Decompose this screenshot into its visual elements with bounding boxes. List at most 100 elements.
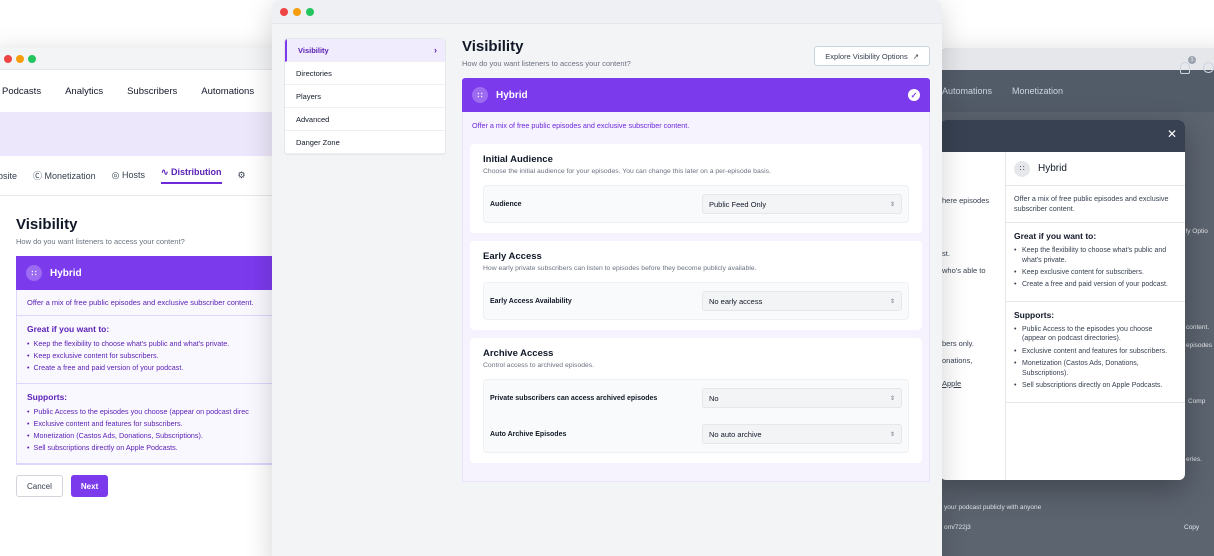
explore-label: Explore Visibility Options <box>825 51 908 61</box>
early-access-card: Early Access How early private subscribe… <box>470 241 922 330</box>
page-title: Visibility <box>16 216 78 233</box>
list-item: Sell subscriptions directly on Apple Pod… <box>27 443 279 452</box>
globe-icon[interactable] <box>1203 62 1214 73</box>
list-item: Keep the flexibility to choose what's pu… <box>1014 246 1177 265</box>
supports-section: Supports: Public Access to the episodes … <box>1006 302 1185 403</box>
cut-text: who's able to <box>942 266 986 275</box>
field-group: Private subscribers can access archived … <box>483 379 909 453</box>
great-section: Great if you want to: Keep the flexibili… <box>1006 223 1185 302</box>
modal-header: ✕ <box>940 120 1185 152</box>
modal-hybrid-header[interactable]: ∷ Hybrid <box>1006 152 1185 186</box>
list-item: Exclusive content and features for subsc… <box>27 419 279 428</box>
right-top-nav: Automations Monetization <box>940 70 1214 112</box>
left-subnav: bsite Ⓒ Monetization ◎ Hosts ∿ Distribut… <box>0 156 290 196</box>
explore-visibility-button[interactable]: Explore Visibility Options ↗ <box>814 46 930 66</box>
sidebar-item-visibility[interactable]: Visibility › <box>285 39 445 62</box>
gear-icon[interactable]: ⚙ <box>238 170 246 181</box>
modal-hybrid-column: ∷ Hybrid Offer a mix of free public epis… <box>1006 152 1185 480</box>
cancel-button[interactable]: Cancel <box>16 475 63 497</box>
supports-section: Supports: Public Access to the episodes … <box>17 384 289 464</box>
cut-text: here episodes <box>942 196 990 205</box>
hybrid-option[interactable]: ∷ Hybrid <box>16 256 290 290</box>
early-access-field: Early Access Availability No early acces… <box>490 287 902 315</box>
cut-text: st. <box>942 249 950 258</box>
audience-select[interactable]: Public Feed Only ⇕ <box>702 194 902 214</box>
archived-access-select[interactable]: No ⇕ <box>702 388 902 408</box>
minimize-dot[interactable] <box>293 8 301 16</box>
subnav-hosts[interactable]: ◎ Hosts <box>112 170 145 181</box>
hybrid-offer: Offer a mix of free public episodes and … <box>472 121 690 130</box>
archived-access-field: Private subscribers can access archived … <box>490 384 902 412</box>
nav-subscribers[interactable]: Subscribers <box>127 86 177 97</box>
maximize-dot[interactable] <box>306 8 314 16</box>
hybrid-icon: ∷ <box>472 87 488 103</box>
subnav-website[interactable]: bsite <box>0 171 17 181</box>
list-item: Public Access to the episodes you choose… <box>27 407 279 416</box>
supports-title: Supports: <box>27 392 68 402</box>
hybrid-option-selected[interactable]: ∷ Hybrid ✓ <box>462 78 930 112</box>
close-dot[interactable] <box>4 55 12 63</box>
peek-text: ify Optio <box>1184 228 1208 235</box>
list-item: Monetization (Castos Ads, Donations, Sub… <box>27 431 279 440</box>
hybrid-offer: Offer a mix of free public episodes and … <box>1006 186 1185 224</box>
nav-analytics[interactable]: Analytics <box>65 86 103 97</box>
sidebar-item-label: Visibility <box>298 45 329 55</box>
auto-archive-field: Auto Archive Episodes No auto archive ⇕ <box>490 420 902 448</box>
sidebar-item-danger-zone[interactable]: Danger Zone <box>285 131 445 154</box>
copy-button[interactable]: Copy <box>1184 524 1199 531</box>
bell-icon[interactable] <box>1180 62 1190 74</box>
hybrid-label: Hybrid <box>1038 163 1067 174</box>
maximize-dot[interactable] <box>28 55 36 63</box>
subnav-monetization-label: Monetization <box>44 171 96 181</box>
list-item: Keep the flexibility to choose what's pu… <box>27 339 279 348</box>
next-button[interactable]: Next <box>70 475 109 497</box>
auto-archive-select[interactable]: No auto archive ⇕ <box>702 424 902 444</box>
center-window: Visibility › Directories Players Advance… <box>272 0 942 556</box>
select-value: Public Feed Only <box>709 199 767 209</box>
chevron-right-icon: › <box>434 45 437 55</box>
nav-automations[interactable]: Automations <box>201 86 254 97</box>
hybrid-label: Hybrid <box>496 89 528 101</box>
hybrid-settings-panel: Offer a mix of free public episodes and … <box>462 112 930 482</box>
nav-automations[interactable]: Automations <box>942 86 992 96</box>
select-value: No early access <box>709 296 763 306</box>
sidebar-item-directories[interactable]: Directories <box>285 62 445 85</box>
list-item: Exclusive content and features for subsc… <box>1014 347 1177 357</box>
stage: Podcasts Analytics Subscribers Automatio… <box>0 0 1214 556</box>
subnav-monetization[interactable]: Ⓒ Monetization <box>33 169 96 182</box>
early-access-select[interactable]: No early access ⇕ <box>702 291 902 311</box>
cut-link[interactable]: Apple <box>940 375 1005 392</box>
sidebar-item-players[interactable]: Players <box>285 85 445 108</box>
peek-text: your podcast publicly with anyone <box>944 504 1042 511</box>
subnav-hosts-label: Hosts <box>121 170 145 180</box>
great-section: Great if you want to: Keep the flexibili… <box>17 316 289 384</box>
subnav-distribution[interactable]: ∿ Distribution <box>160 167 222 184</box>
right-titlebar <box>940 48 1214 70</box>
field-group: Early Access Availability No early acces… <box>483 282 909 320</box>
field-label: Early Access Availability <box>490 297 572 305</box>
nav-monetization[interactable]: Monetization <box>1012 86 1063 96</box>
close-icon[interactable]: ✕ <box>1167 127 1177 141</box>
select-arrows-icon: ⇕ <box>889 431 895 438</box>
section-desc: Control access to archived episodes. <box>483 362 595 369</box>
visibility-modal: ✕ here episodes st. who's able to bers o… <box>940 120 1185 480</box>
section-title: Archive Access <box>483 348 554 359</box>
left-window: Podcasts Analytics Subscribers Automatio… <box>0 48 290 556</box>
list-item: Create a free and paid version of your p… <box>27 363 279 372</box>
sidebar-item-advanced[interactable]: Advanced <box>285 108 445 131</box>
section-title: Early Access <box>483 251 542 262</box>
minimize-dot[interactable] <box>16 55 24 63</box>
supports-title: Supports: <box>1014 309 1055 320</box>
external-link-icon: ↗ <box>912 51 919 61</box>
close-dot[interactable] <box>280 8 288 16</box>
peek-text: eries. <box>1186 456 1202 463</box>
wizard-actions: Cancel Next <box>16 465 290 507</box>
visibility-main: Visibility How do you want listeners to … <box>462 38 930 482</box>
initial-audience-card: Initial Audience Choose the initial audi… <box>470 144 922 233</box>
great-title: Great if you want to: <box>27 324 110 334</box>
section-desc: Choose the initial audience for your epi… <box>483 168 771 175</box>
select-arrows-icon: ⇕ <box>889 298 895 305</box>
hybrid-label: Hybrid <box>50 267 82 279</box>
nav-podcasts[interactable]: Podcasts <box>2 86 41 97</box>
select-value: No <box>709 393 719 403</box>
